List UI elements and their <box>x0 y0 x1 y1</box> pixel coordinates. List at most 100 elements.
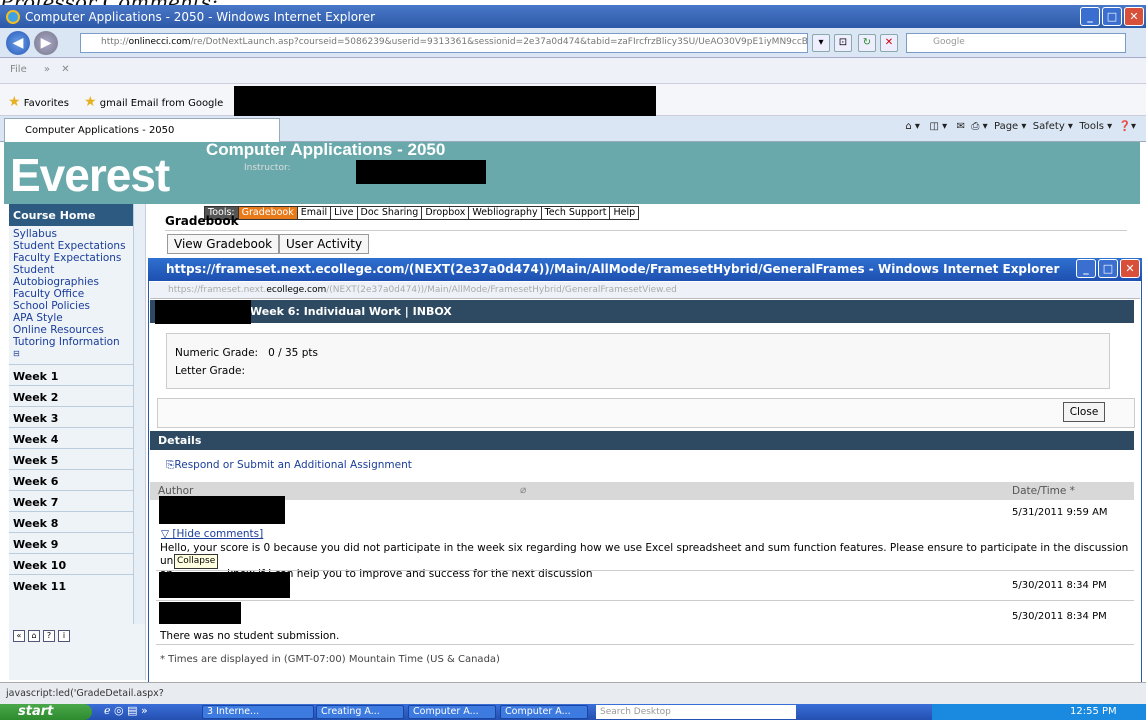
task-folder[interactable]: Computer A... <box>408 705 496 719</box>
home-icon[interactable]: ⌂ ▾ <box>905 121 920 132</box>
nav-week[interactable]: Week 6 <box>9 469 137 490</box>
date-column-header: Date/Time * <box>1012 485 1075 497</box>
task-ie[interactable]: 3 Interne... <box>202 705 314 719</box>
course-title: Computer Applications - 2050 <box>206 140 446 159</box>
tool-gradebook[interactable]: Gradebook <box>238 207 298 219</box>
view-gradebook-button[interactable]: View Gradebook <box>167 234 280 254</box>
close-panel <box>157 398 1135 428</box>
feeds-icon[interactable]: ◫ ▾ <box>929 121 947 132</box>
nav-week[interactable]: Week 4 <box>9 427 137 448</box>
browser-tab[interactable]: Computer Applications - 2050 <box>4 118 280 142</box>
desktop-search-input[interactable]: Search Desktop <box>596 705 796 719</box>
back-icon[interactable]: « <box>13 630 25 642</box>
popup-minimize-button[interactable]: _ <box>1076 259 1096 278</box>
nav-link[interactable]: Online Resources <box>9 324 145 336</box>
window-title: Computer Applications - 2050 - Windows I… <box>25 9 376 24</box>
stop-icon[interactable]: ✕ <box>880 34 898 52</box>
print-icon[interactable]: ⎙ ▾ <box>971 121 987 132</box>
menu-file[interactable]: File <box>10 64 27 75</box>
mail-icon[interactable]: ✉ <box>957 121 965 132</box>
divider <box>156 600 1134 601</box>
nav-icons: « ⌂ ? i <box>13 630 70 642</box>
tool-webliography[interactable]: Webliography <box>469 207 542 219</box>
redaction <box>159 496 285 524</box>
nav-week[interactable]: Week 2 <box>9 385 137 406</box>
assignment-header: Week 6: Individual Work | INBOX <box>150 300 1134 323</box>
nav-link[interactable]: Student Autobiographies <box>9 264 119 288</box>
nav-scrollbar[interactable] <box>133 204 145 624</box>
popup-title-bar: https://frameset.next.ecollege.com/(NEXT… <box>148 258 1142 281</box>
safety-menu[interactable]: Safety ▾ <box>1033 121 1073 132</box>
numeric-grade-value: 0 / 35 pts <box>268 347 318 359</box>
nav-course-home[interactable]: Course Home <box>9 204 137 226</box>
start-button[interactable]: start <box>0 704 92 720</box>
popup-address-bar[interactable]: https://frameset.next.ecollege.com/(NEXT… <box>150 282 1140 299</box>
info-icon[interactable]: i <box>58 630 70 642</box>
forward-button[interactable]: ▶ <box>34 31 58 55</box>
tool-email[interactable]: Email <box>297 207 332 219</box>
comment-date: 5/31/2011 9:59 AM <box>1012 507 1108 518</box>
close-button[interactable]: Close <box>1063 402 1105 422</box>
redaction <box>155 300 251 324</box>
collapse-icon[interactable]: ⊟ <box>9 348 145 360</box>
nav-week[interactable]: Week 1 <box>9 364 137 385</box>
nav-link[interactable]: Faculty Office <box>9 288 145 300</box>
popup-close-button[interactable]: ✕ <box>1120 259 1140 278</box>
taskbar: start ℯ ◎ ▤ » 3 Interne... Creating A...… <box>0 704 1146 720</box>
nav-link[interactable]: APA Style <box>9 312 145 324</box>
compat-icon[interactable]: ⊡ <box>834 34 852 52</box>
user-activity-button[interactable]: User Activity <box>279 234 370 254</box>
redaction <box>356 160 486 184</box>
nav-week[interactable]: Week 7 <box>9 490 137 511</box>
fav-link-gmail[interactable]: ★ gmail Email from Google <box>84 94 223 110</box>
hide-comments-link[interactable]: ▽ [Hide comments] <box>161 528 263 540</box>
task-acrobat[interactable]: Creating A... <box>316 705 404 719</box>
chevron-icon[interactable]: » <box>44 64 50 75</box>
popup-maximize-button[interactable]: □ <box>1098 259 1118 278</box>
maximize-button[interactable]: □ <box>1102 7 1122 26</box>
nav-link[interactable]: Faculty Expectations <box>9 252 145 264</box>
tool-dropbox[interactable]: Dropbox <box>422 207 470 219</box>
tool-tech-support[interactable]: Tech Support <box>541 207 611 219</box>
tools-bar: Tools: Gradebook Email Live Doc Sharing … <box>204 206 640 220</box>
gradebook-title: Gradebook <box>165 214 239 228</box>
nav-link[interactable]: Student Expectations <box>9 240 145 252</box>
tool-live[interactable]: Live <box>331 207 358 219</box>
close-icon[interactable]: ✕ <box>61 64 69 75</box>
comments-header-row: Author ⌀ Date/Time * <box>150 482 1134 500</box>
favorites-button[interactable]: ★ Favorites <box>8 94 69 110</box>
collapse-icon: ▽ <box>161 528 170 540</box>
page-menu[interactable]: Page ▾ <box>994 121 1026 132</box>
nav-link[interactable]: Tutoring Information <box>9 336 145 348</box>
minimize-button[interactable]: _ <box>1080 7 1100 26</box>
nav-link[interactable]: Syllabus <box>9 228 145 240</box>
tools-menu[interactable]: Tools ▾ <box>1079 121 1112 132</box>
nav-link[interactable]: School Policies <box>9 300 145 312</box>
nav-week[interactable]: Week 3 <box>9 406 137 427</box>
nav-week[interactable]: Week 11 <box>9 574 137 595</box>
address-bar[interactable]: http://onlinecci.com/re/DotNextLaunch.as… <box>80 33 808 53</box>
close-button[interactable]: ✕ <box>1124 7 1144 26</box>
quicklaunch-icons[interactable]: ℯ ◎ ▤ » <box>104 704 148 717</box>
nav-week[interactable]: Week 9 <box>9 532 137 553</box>
refresh-icon[interactable]: ↻ <box>858 34 876 52</box>
nav-week[interactable]: Week 10 <box>9 553 137 574</box>
nav-week[interactable]: Week 8 <box>9 511 137 532</box>
tab-row: Computer Applications - 2050 ⌂ ▾ ◫ ▾ ✉ ⎙… <box>0 116 1146 142</box>
back-button[interactable]: ◀ <box>6 31 30 55</box>
redaction <box>234 86 656 116</box>
help-icon[interactable]: ❓▾ <box>1119 121 1136 132</box>
tool-doc-sharing[interactable]: Doc Sharing <box>357 207 423 219</box>
address-row: ◀ ▶ http://onlinecci.com/re/DotNextLaunc… <box>0 28 1146 58</box>
site-logo: Everest <box>10 149 170 201</box>
add-fav-icon: ★ <box>84 94 97 110</box>
search-input[interactable]: Google <box>906 33 1126 53</box>
home-icon[interactable]: ⌂ <box>28 630 40 642</box>
respond-link[interactable]: ⎘Respond or Submit an Additional Assignm… <box>166 459 412 472</box>
nav-week[interactable]: Week 5 <box>9 448 137 469</box>
tool-help[interactable]: Help <box>610 207 639 219</box>
task-word[interactable]: Computer A... <box>500 705 588 719</box>
clock[interactable]: 12:55 PM <box>1070 706 1117 717</box>
help-icon[interactable]: ? <box>43 630 55 642</box>
dropdown-icon[interactable]: ▾ <box>812 34 830 52</box>
